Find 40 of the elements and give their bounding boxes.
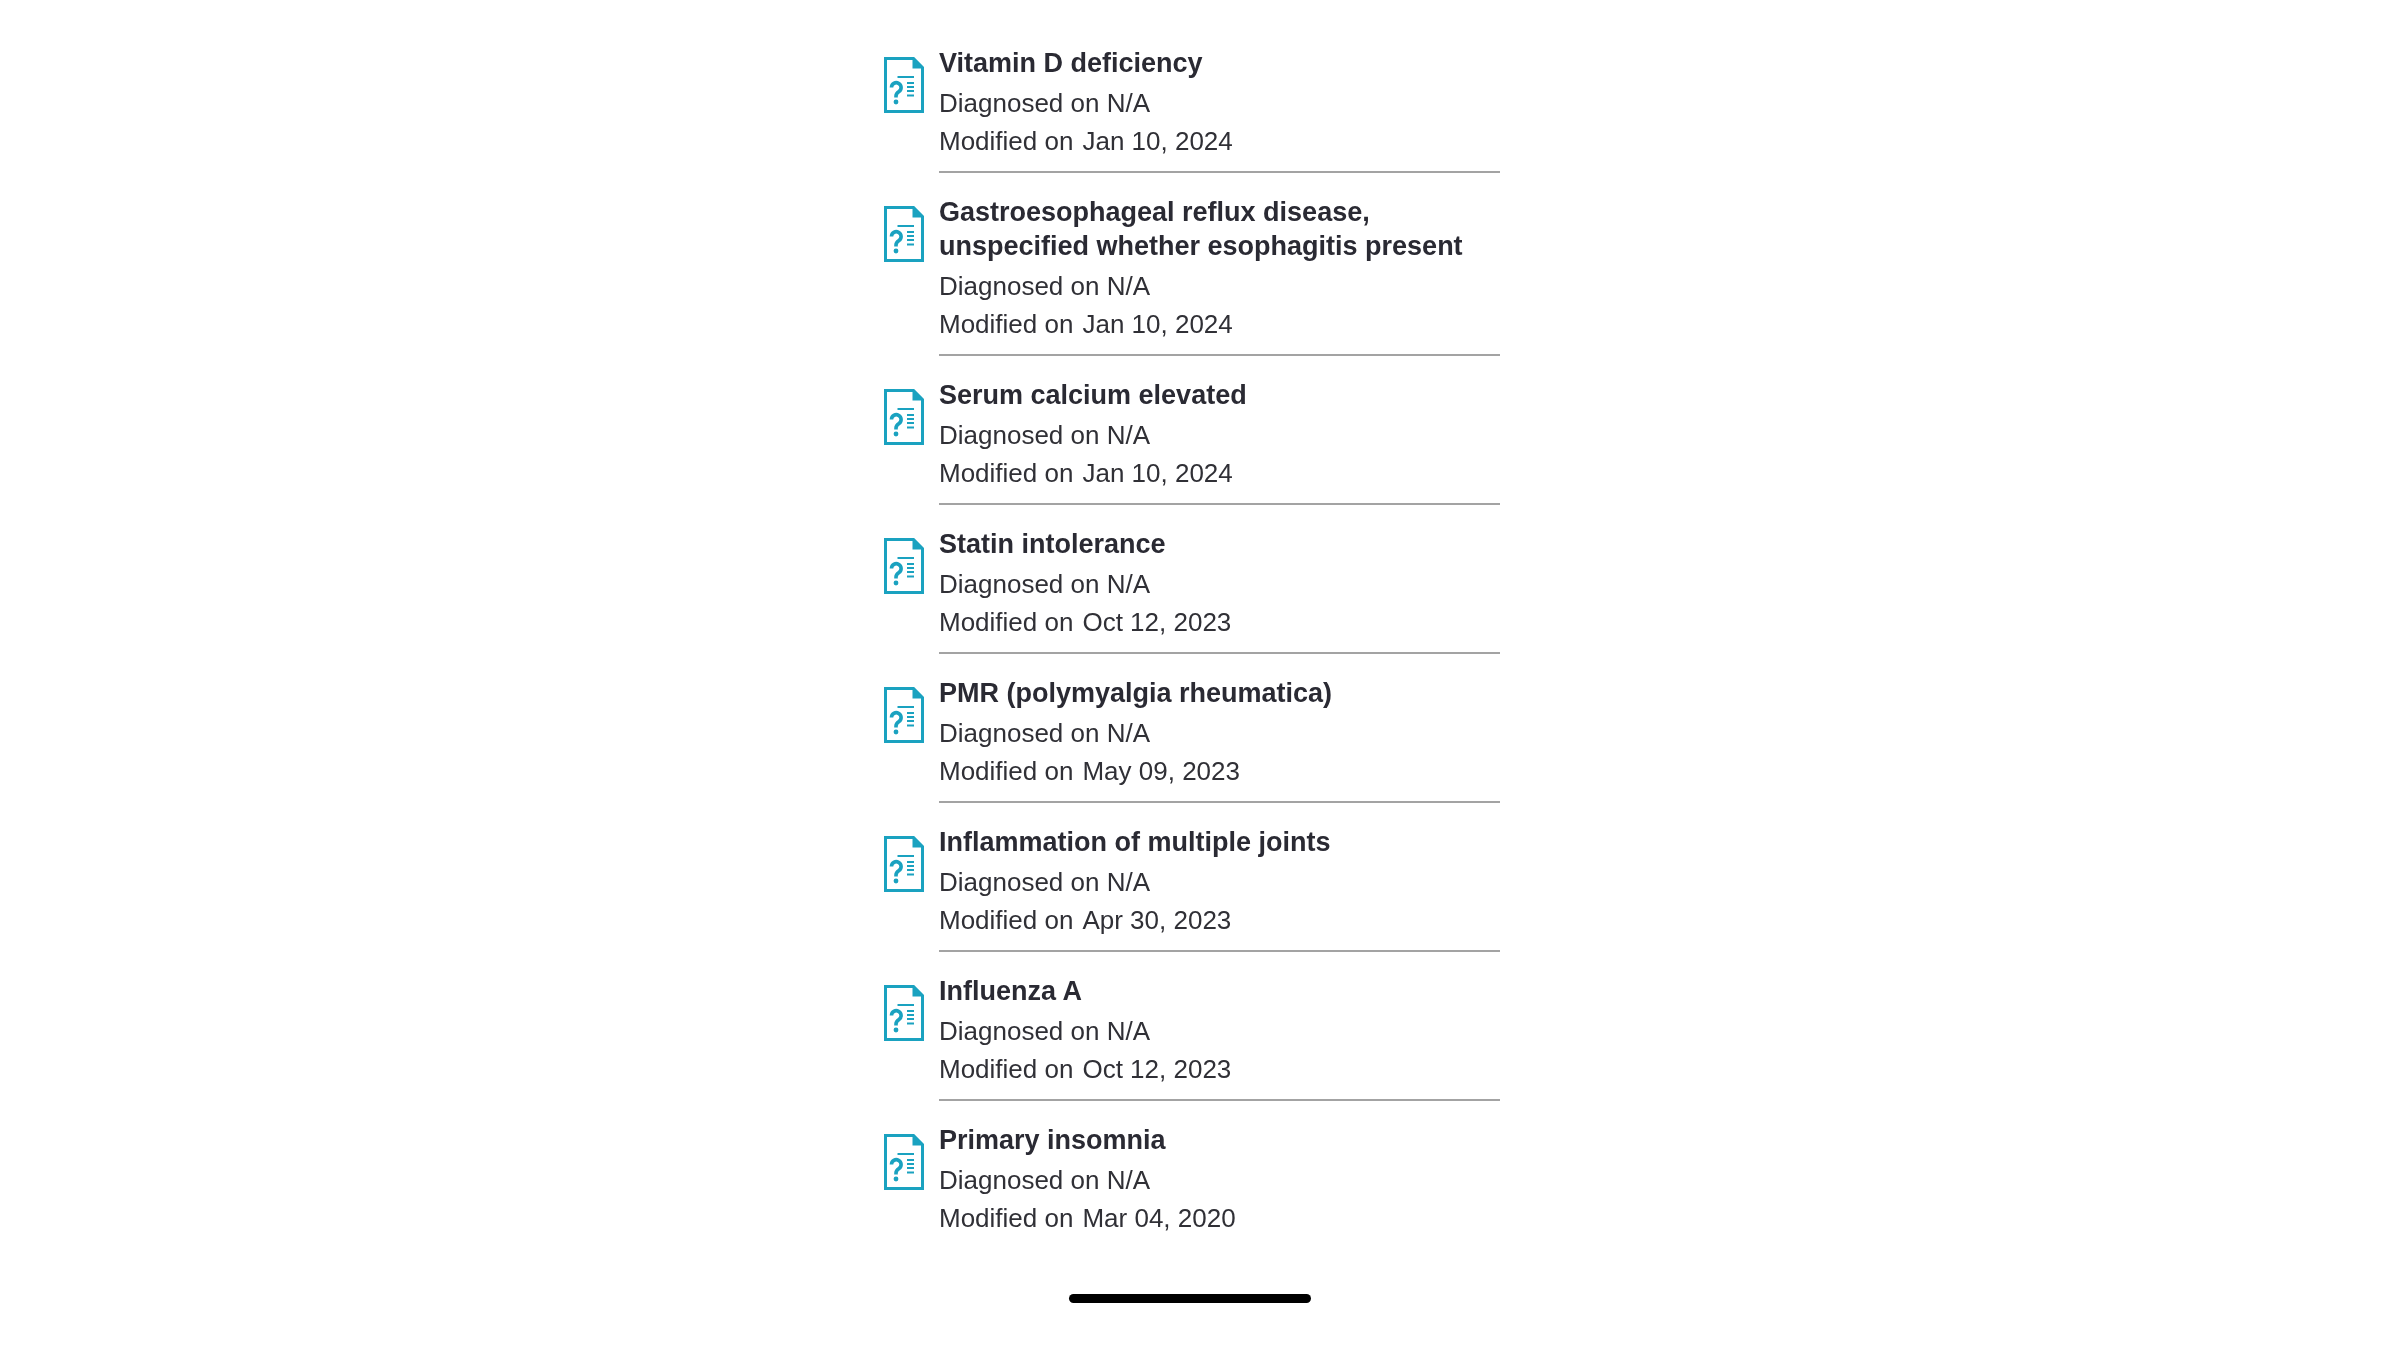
modified-date: Jan 10, 2024 (1082, 457, 1233, 490)
condition-title: Gastroesophageal reflux disease, unspecified whether esophagitis present (939, 196, 1464, 263)
document-question-icon (884, 206, 924, 262)
document-question-icon (884, 57, 924, 113)
modified-date: Apr 30, 2023 (1082, 904, 1232, 937)
document-question-icon (884, 836, 924, 892)
condition-title: Primary insomnia (939, 1124, 1167, 1157)
modified-label: Modified on (939, 125, 1074, 158)
modified-label: Modified on (939, 308, 1074, 341)
modified-date: Oct 12, 2023 (1082, 606, 1232, 639)
condition-title: Influenza A (939, 975, 1083, 1008)
diagnosed-text: Diagnosed on N/A (939, 270, 1152, 303)
modified-date: Mar 04, 2020 (1082, 1202, 1236, 1235)
document-question-icon (884, 985, 924, 1041)
document-question-icon (884, 1134, 924, 1190)
modified-date: Jan 10, 2024 (1082, 125, 1233, 158)
document-question-icon (884, 687, 924, 743)
condition-title: Inflammation of multiple joints (939, 826, 1332, 859)
modified-label: Modified on (939, 755, 1074, 788)
condition-title: PMR (polymyalgia rheumatica) (939, 677, 1334, 710)
modified-label: Modified on (939, 606, 1074, 639)
condition-title: Statin intolerance (939, 528, 1167, 561)
condition-title: Vitamin D deficiency (939, 47, 1204, 80)
modified-label: Modified on (939, 904, 1074, 937)
modified-date: Oct 12, 2023 (1082, 1053, 1232, 1086)
modified-date: Jan 10, 2024 (1082, 308, 1233, 341)
document-question-icon (884, 538, 924, 594)
diagnosed-text: Diagnosed on N/A (939, 419, 1152, 452)
diagnosed-text: Diagnosed on N/A (939, 717, 1152, 750)
diagnosed-text: Diagnosed on N/A (939, 568, 1152, 601)
modified-date: May 09, 2023 (1082, 755, 1240, 788)
condition-title: Serum calcium elevated (939, 379, 1248, 412)
modified-label: Modified on (939, 1202, 1074, 1235)
modified-label: Modified on (939, 1053, 1074, 1086)
diagnosed-text: Diagnosed on N/A (939, 87, 1152, 120)
diagnosed-text: Diagnosed on N/A (939, 1164, 1152, 1197)
modified-label: Modified on (939, 457, 1074, 490)
document-question-icon (884, 389, 924, 445)
diagnosed-text: Diagnosed on N/A (939, 1015, 1152, 1048)
diagnosed-text: Diagnosed on N/A (939, 866, 1152, 899)
